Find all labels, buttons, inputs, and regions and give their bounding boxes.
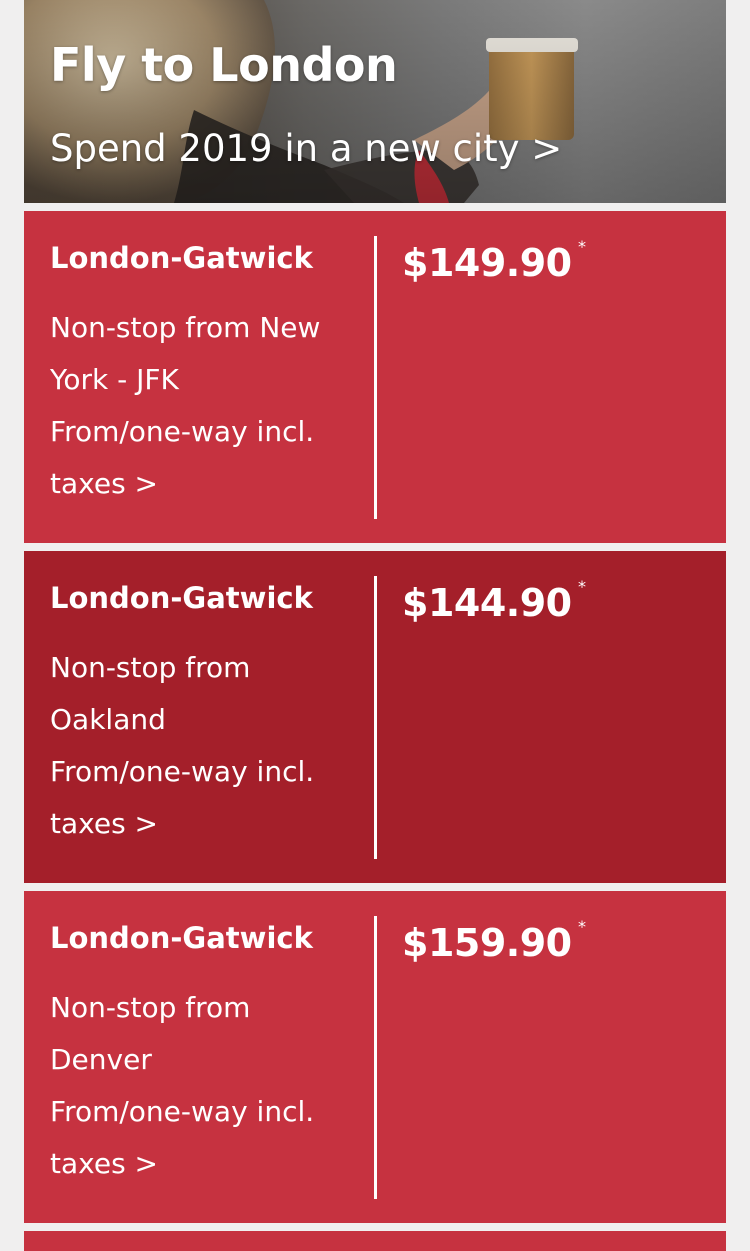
deal-price-value: $144.90 <box>402 581 572 625</box>
deal-fare-note-link[interactable]: From/one-way incl. taxes > <box>50 406 360 510</box>
deal-origin: Non-stop from Oakland <box>50 650 251 736</box>
london-promo-banner[interactable]: Fly to London Spend 2019 in a new city > <box>24 0 726 203</box>
deal-fare-note-link[interactable]: From/one-way incl. taxes > <box>50 1086 360 1190</box>
deal-price-asterisk: * <box>578 237 586 256</box>
deal-divider <box>374 576 377 859</box>
page: Fly to London Spend 2019 in a new city >… <box>0 0 750 1251</box>
deal-fare-note-link[interactable]: From/one-way incl. taxes > <box>50 746 360 850</box>
deal-divider <box>374 236 377 519</box>
deal-divider <box>374 916 377 1199</box>
deal-origin: Non-stop from New York - JFK <box>50 310 321 396</box>
deal-info: London-Gatwick Non-stop from Denver From… <box>50 921 360 1190</box>
deal-price-asterisk: * <box>578 917 586 936</box>
deal-card-new-york[interactable]: London-Gatwick Non-stop from New York - … <box>24 211 726 543</box>
deal-price: $144.90 * <box>402 577 586 627</box>
deal-price: $159.90 * <box>402 917 586 967</box>
deal-price-asterisk: * <box>578 577 586 596</box>
deal-card-next-partial[interactable] <box>24 1231 726 1251</box>
deal-destination: London-Gatwick <box>50 241 313 275</box>
deal-info: London-Gatwick Non-stop from Oakland Fro… <box>50 581 360 850</box>
deal-info: London-Gatwick Non-stop from New York - … <box>50 241 360 510</box>
deal-card-oakland[interactable]: London-Gatwick Non-stop from Oakland Fro… <box>24 551 726 883</box>
deal-destination: London-Gatwick <box>50 581 313 615</box>
deal-price-value: $159.90 <box>402 921 572 965</box>
deal-card-denver[interactable]: London-Gatwick Non-stop from Denver From… <box>24 891 726 1223</box>
hero-title: Fly to London <box>50 38 398 92</box>
deal-destination: London-Gatwick <box>50 921 313 955</box>
deal-origin: Non-stop from Denver <box>50 990 251 1076</box>
hero-subtitle-link[interactable]: Spend 2019 in a new city > <box>50 127 562 171</box>
deal-price-value: $149.90 <box>402 241 572 285</box>
deal-price: $149.90 * <box>402 237 586 287</box>
hero-background-image <box>24 0 726 203</box>
